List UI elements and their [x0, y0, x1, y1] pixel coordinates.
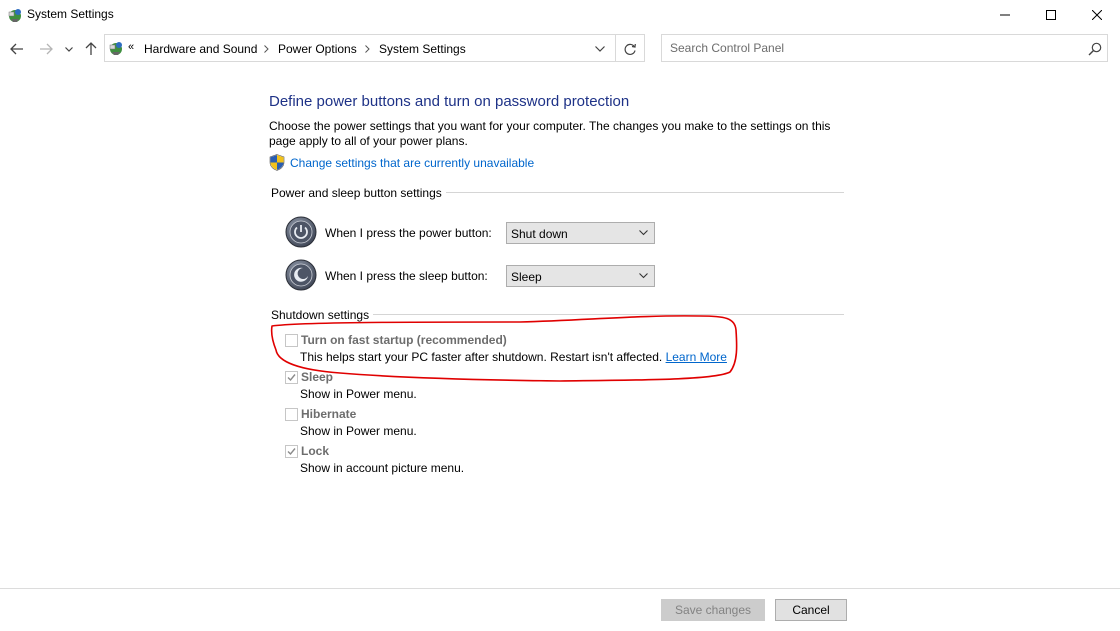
forward-button[interactable]: [37, 40, 55, 58]
hibernate-option-title: Hibernate: [301, 407, 357, 421]
address-dropdown-button[interactable]: [589, 41, 611, 57]
footer-divider: [0, 588, 1120, 589]
minimize-icon: [1000, 14, 1010, 16]
fast-startup-description: This helps start your PC faster after sh…: [300, 350, 727, 364]
maximize-icon: [1046, 10, 1056, 20]
change-settings-link[interactable]: Change settings that are currently unava…: [290, 156, 534, 170]
breadcrumb-system-settings[interactable]: System Settings: [379, 42, 466, 56]
breadcrumb-power-options[interactable]: Power Options: [278, 42, 357, 56]
chevron-down-icon: [595, 46, 605, 52]
search-box[interactable]: [661, 34, 1108, 62]
cancel-button[interactable]: Cancel: [775, 599, 847, 621]
address-bar[interactable]: « Hardware and Sound Power Options Syste…: [104, 34, 645, 62]
checkmark-icon: [287, 448, 296, 456]
sleep-checkbox[interactable]: [285, 371, 298, 384]
chevron-down-icon: [639, 230, 648, 236]
close-icon: [1092, 10, 1102, 20]
search-input[interactable]: [662, 35, 1080, 61]
refresh-button[interactable]: [620, 40, 640, 58]
fast-startup-title: Turn on fast startup (recommended): [301, 333, 507, 347]
checkmark-icon: [287, 374, 296, 382]
arrow-left-icon: [10, 43, 23, 55]
save-changes-button[interactable]: Save changes: [661, 599, 765, 621]
title-bar: System Settings: [0, 0, 1120, 30]
maximize-button[interactable]: [1028, 0, 1074, 30]
lock-option-title: Lock: [301, 444, 330, 458]
sleep-button-action-select[interactable]: Sleep: [506, 265, 655, 287]
breadcrumb-hardware-and-sound[interactable]: Hardware and Sound: [144, 42, 257, 56]
control-panel-icon: [8, 9, 21, 22]
chevron-right-icon: [264, 45, 269, 53]
back-button[interactable]: [8, 40, 26, 58]
power-button-action-select[interactable]: Shut down: [506, 222, 655, 244]
breadcrumb-overflow[interactable]: «: [128, 41, 134, 53]
power-button-label: When I press the power button:: [325, 226, 492, 240]
window-title: System Settings: [27, 7, 114, 21]
recent-locations-button[interactable]: [62, 40, 76, 58]
learn-more-link[interactable]: Learn More: [666, 350, 727, 364]
power-button-action-value: Shut down: [511, 227, 568, 241]
power-icon: [285, 216, 317, 248]
hibernate-checkbox[interactable]: [285, 408, 298, 421]
uac-shield-icon: [269, 154, 285, 171]
arrow-up-icon: [85, 42, 97, 55]
power-section-label: Power and sleep button settings: [271, 186, 446, 200]
sleep-option-description: Show in Power menu.: [300, 387, 417, 401]
minimize-button[interactable]: [982, 0, 1028, 30]
arrow-right-icon: [40, 43, 53, 55]
search-icon[interactable]: [1087, 41, 1103, 57]
shutdown-section-label: Shutdown settings: [271, 308, 374, 322]
sleep-moon-icon: [285, 259, 317, 291]
sleep-button-label: When I press the sleep button:: [325, 269, 488, 283]
chevron-down-icon: [65, 46, 73, 52]
lock-option-description: Show in account picture menu.: [300, 461, 465, 475]
close-button[interactable]: [1074, 0, 1120, 30]
up-button[interactable]: [82, 40, 100, 58]
refresh-icon: [624, 43, 636, 55]
chevron-right-icon: [365, 45, 370, 53]
control-panel-icon: [109, 42, 122, 55]
fast-startup-checkbox[interactable]: [285, 334, 298, 347]
sleep-button-action-value: Sleep: [511, 270, 542, 284]
chevron-down-icon: [639, 273, 648, 279]
lock-checkbox[interactable]: [285, 445, 298, 458]
navigation-bar: « Hardware and Sound Power Options Syste…: [0, 34, 1120, 64]
page-description: Choose the power settings that you want …: [269, 119, 831, 148]
address-divider: [615, 35, 616, 61]
sleep-option-title: Sleep: [301, 370, 334, 384]
hibernate-option-description: Show in Power menu.: [300, 424, 417, 438]
page-title: Define power buttons and turn on passwor…: [269, 93, 630, 110]
